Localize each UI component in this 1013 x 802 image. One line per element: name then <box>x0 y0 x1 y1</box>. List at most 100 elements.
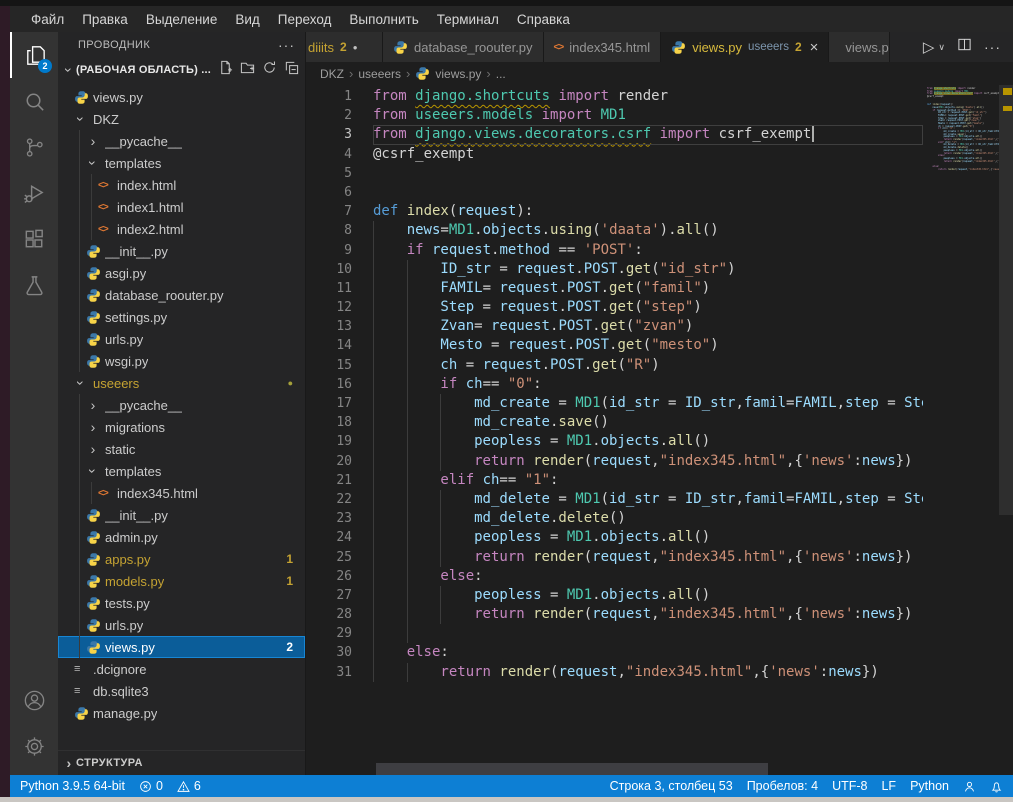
status-item-right-0[interactable]: Строка 3, столбец 53 <box>610 779 733 793</box>
vertical-scrollbar[interactable] <box>999 85 1013 515</box>
menu-item-file[interactable]: Файл <box>22 12 73 27</box>
code-line[interactable]: 12Step = request.POST.get("step") <box>306 298 923 317</box>
tree-item-__init__.py[interactable]: __init__.py <box>58 504 305 526</box>
code-line[interactable]: 21elif ch== "1": <box>306 471 923 490</box>
tree-item-tests.py[interactable]: tests.py <box>58 592 305 614</box>
tab-diiits[interactable]: diiits2● <box>306 32 383 62</box>
status-item-right-2[interactable]: UTF-8 <box>832 779 867 793</box>
tree-item-templates[interactable]: ›templates <box>58 460 305 482</box>
tree-item-views.py[interactable]: views.py <box>58 86 305 108</box>
tree-item-views.py[interactable]: views.py2 <box>58 636 305 658</box>
workspace-section-header[interactable]: › (РАБОЧАЯ ОБЛАСТЬ) ... <box>58 58 305 82</box>
close-icon[interactable]: × <box>810 39 819 56</box>
breadcrumb-item[interactable]: useeers <box>358 67 401 81</box>
tree-item-DKZ[interactable]: ›DKZ <box>58 108 305 130</box>
status-bell-right-6[interactable] <box>990 780 1003 793</box>
minimap[interactable]: from django.shortcuts import renderfrom … <box>923 85 999 775</box>
more-actions-icon[interactable]: ··· <box>984 39 1001 55</box>
tree-item-migrations[interactable]: ›migrations <box>58 416 305 438</box>
code-line[interactable]: 16if ch== "0": <box>306 375 923 394</box>
menu-item-go[interactable]: Переход <box>269 12 341 27</box>
tree-item-useeers[interactable]: ›useeers● <box>58 372 305 394</box>
code-line[interactable]: 27peopless = MD1.objects.all() <box>306 586 923 605</box>
menu-item-edit[interactable]: Правка <box>73 12 137 27</box>
tree-item-index1.html[interactable]: <>index1.html <box>58 196 305 218</box>
menu-item-terminal[interactable]: Терминал <box>428 12 508 27</box>
code-line[interactable]: 24peopless = MD1.objects.all() <box>306 528 923 547</box>
status-warning-left-2[interactable]: 6 <box>177 779 201 793</box>
code-line[interactable]: 18md_create.save() <box>306 413 923 432</box>
breadcrumb-item[interactable]: views.py <box>435 67 481 81</box>
status-feedback-right-5[interactable] <box>963 780 976 793</box>
tree-item-models.py[interactable]: models.py1 <box>58 570 305 592</box>
code-line[interactable]: 7def index(request): <box>306 202 923 221</box>
breadcrumb-item[interactable]: DKZ <box>320 67 344 81</box>
activity-settings-icon[interactable] <box>10 723 58 769</box>
code-line[interactable]: 14Mesto = request.POST.get("mesto") <box>306 336 923 355</box>
tree-item-urls.py[interactable]: urls.py <box>58 614 305 636</box>
new-file-icon[interactable] <box>218 60 233 80</box>
activity-explorer-icon[interactable]: 2 <box>10 32 58 78</box>
code-line[interactable]: 8news=MD1.objects.using('daata').all() <box>306 221 923 240</box>
tree-item-manage.py[interactable]: manage.py <box>58 702 305 724</box>
tree-item-__pycache__[interactable]: ›__pycache__ <box>58 130 305 152</box>
tree-item-__pycache__[interactable]: ›__pycache__ <box>58 394 305 416</box>
code-line[interactable]: 5 <box>306 164 923 183</box>
tree-item-wsgi.py[interactable]: wsgi.py <box>58 350 305 372</box>
activity-run-debug-icon[interactable] <box>10 170 58 216</box>
activity-search-icon[interactable] <box>10 78 58 124</box>
explorer-more-icon[interactable]: ··· <box>278 37 295 53</box>
tree-item-db.sqlite3[interactable]: ≡db.sqlite3 <box>58 680 305 702</box>
code-line[interactable]: 17md_create = MD1(id_str = ID_str,famil=… <box>306 394 923 413</box>
code-line[interactable]: 22md_delete = MD1(id_str = ID_str,famil=… <box>306 490 923 509</box>
collapse-all-icon[interactable] <box>284 60 299 80</box>
tree-item-database_roouter.py[interactable]: database_roouter.py <box>58 284 305 306</box>
overview-ruler[interactable] <box>999 85 1013 775</box>
tree-item-.dcignore[interactable]: ≡.dcignore <box>58 658 305 680</box>
status-item-right-3[interactable]: LF <box>881 779 896 793</box>
code-line[interactable]: 29 <box>306 624 923 643</box>
tree-item-settings.py[interactable]: settings.py <box>58 306 305 328</box>
code-line[interactable]: 1from django.shortcuts import render <box>306 87 923 106</box>
tree-item-__init__.py[interactable]: __init__.py <box>58 240 305 262</box>
code-line[interactable]: 3from django.views.decorators.csrf impor… <box>306 125 923 144</box>
status-item-right-1[interactable]: Пробелов: 4 <box>747 779 818 793</box>
activity-testing-icon[interactable] <box>10 262 58 308</box>
menu-item-view[interactable]: Вид <box>226 12 268 27</box>
split-editor-icon[interactable] <box>957 37 972 57</box>
code-line[interactable]: 11FAMIL= request.POST.get("famil") <box>306 279 923 298</box>
horizontal-scrollbar[interactable] <box>376 763 768 775</box>
tab-views.py[interactable]: views.pyuseeers2× <box>661 32 829 62</box>
code-line[interactable]: 13Zvan= request.POST.get("zvan") <box>306 317 923 336</box>
run-button[interactable]: ▷ <box>923 38 935 56</box>
code-line[interactable]: 30else: <box>306 643 923 662</box>
tree-item-apps.py[interactable]: apps.py1 <box>58 548 305 570</box>
tree-item-index345.html[interactable]: <>index345.html <box>58 482 305 504</box>
code-line[interactable]: 19peopless = MD1.objects.all() <box>306 432 923 451</box>
activity-source-control-icon[interactable] <box>10 124 58 170</box>
tree-item-static[interactable]: ›static <box>58 438 305 460</box>
tab-index345.html[interactable]: <>index345.html <box>544 32 662 62</box>
breadcrumb[interactable]: DKZ›useeers›views.py›... <box>306 62 1013 85</box>
activity-extensions-icon[interactable] <box>10 216 58 262</box>
code-line[interactable]: 26else: <box>306 567 923 586</box>
code-editor[interactable]: 1from django.shortcuts import render2fro… <box>306 85 923 775</box>
code-line[interactable]: 25return render(request,"index345.html",… <box>306 548 923 567</box>
code-line[interactable]: 9if request.method == 'POST': <box>306 241 923 260</box>
code-line[interactable]: 10ID_str = request.POST.get("id_str") <box>306 260 923 279</box>
tree-item-admin.py[interactable]: admin.py <box>58 526 305 548</box>
menu-item-help[interactable]: Справка <box>508 12 579 27</box>
activity-account-icon[interactable] <box>10 677 58 723</box>
code-line[interactable]: 15ch = request.POST.get("R") <box>306 356 923 375</box>
tree-item-index2.html[interactable]: <>index2.html <box>58 218 305 240</box>
code-line[interactable]: 6 <box>306 183 923 202</box>
code-line[interactable]: 28return render(request,"index345.html",… <box>306 605 923 624</box>
tree-item-urls.py[interactable]: urls.py <box>58 328 305 350</box>
code-line[interactable]: 31return render(request,"index345.html",… <box>306 663 923 682</box>
new-folder-icon[interactable] <box>240 60 255 80</box>
refresh-icon[interactable] <box>262 60 277 80</box>
chevron-down-icon[interactable]: ∨ <box>938 42 945 53</box>
status-item-left-0[interactable]: Python 3.9.5 64-bit <box>20 779 125 793</box>
tab-views.py[interactable]: views.py <box>829 32 890 62</box>
code-line[interactable]: 20return render(request,"index345.html",… <box>306 452 923 471</box>
